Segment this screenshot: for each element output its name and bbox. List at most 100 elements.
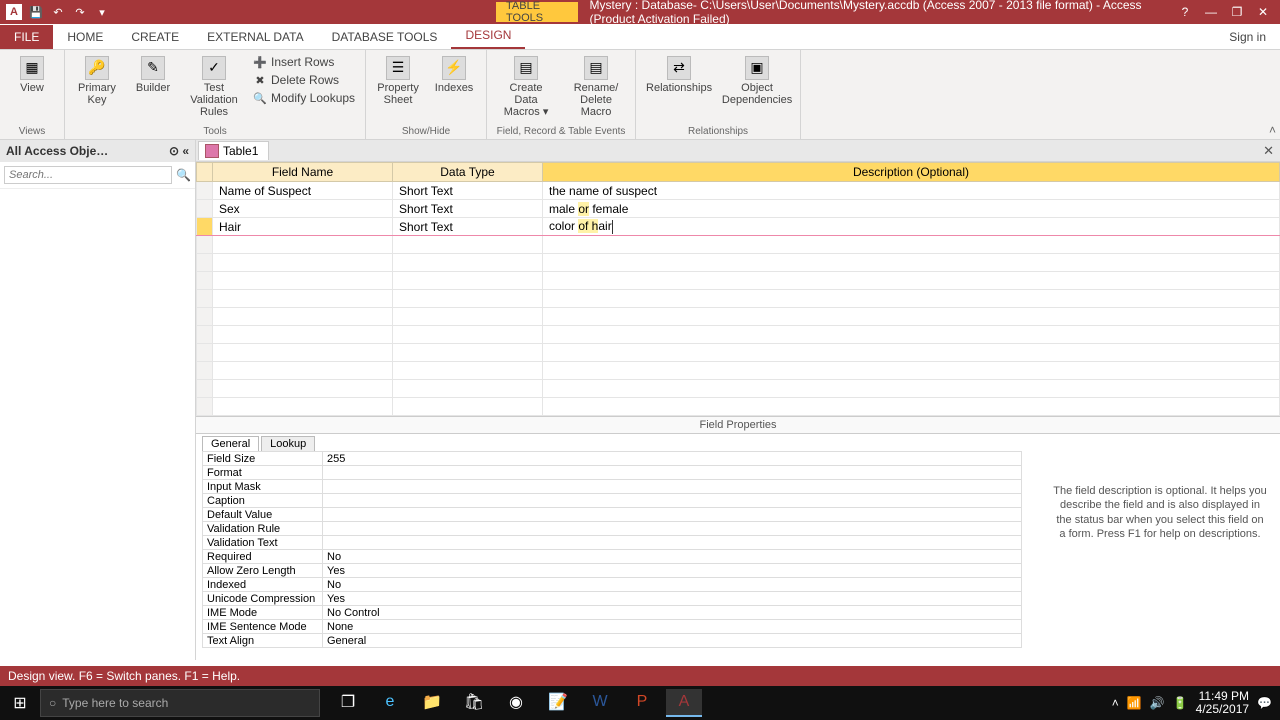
task-view-icon[interactable]: ❐ [330, 689, 366, 717]
taskbar-search[interactable]: ○ Type here to search [40, 689, 320, 717]
battery-icon[interactable]: 🔋 [1173, 696, 1188, 710]
chrome-icon[interactable]: ◉ [498, 689, 534, 717]
search-icon[interactable]: 🔍 [176, 168, 191, 182]
table-row[interactable]: Name of Suspect Short Text the name of s… [197, 182, 1280, 200]
table-row[interactable] [197, 254, 1280, 272]
primary-key-button[interactable]: 🔑Primary Key [73, 54, 121, 108]
field-name-cell[interactable]: Hair [213, 218, 393, 236]
network-icon[interactable]: 📶 [1127, 696, 1142, 710]
table-row[interactable] [197, 272, 1280, 290]
prop-name[interactable]: IME Sentence Mode [203, 620, 323, 634]
col-header-data-type[interactable]: Data Type [393, 163, 543, 182]
prop-value[interactable]: None [323, 620, 1022, 634]
prop-name[interactable]: Caption [203, 494, 323, 508]
prop-value[interactable]: No [323, 550, 1022, 564]
file-explorer-icon[interactable]: 📁 [414, 689, 450, 717]
tab-home[interactable]: HOME [53, 25, 117, 49]
table-row[interactable] [197, 398, 1280, 416]
table-row[interactable] [197, 308, 1280, 326]
prop-name[interactable]: Input Mask [203, 480, 323, 494]
redo-icon[interactable]: ↷ [72, 4, 88, 20]
prop-name[interactable]: Indexed [203, 578, 323, 592]
signin-link[interactable]: Sign in [1215, 25, 1280, 49]
tab-database-tools[interactable]: DATABASE TOOLS [318, 25, 452, 49]
prop-value[interactable] [323, 466, 1022, 480]
rename-delete-macro-button[interactable]: ▤Rename/ Delete Macro [565, 54, 627, 120]
tab-design[interactable]: DESIGN [451, 23, 525, 49]
props-tab-lookup[interactable]: Lookup [261, 436, 315, 451]
tab-create[interactable]: CREATE [117, 25, 193, 49]
prop-value[interactable] [323, 508, 1022, 522]
table-row[interactable]: Hair Short Text color of hair [197, 218, 1280, 236]
edge-icon[interactable]: e [372, 689, 408, 717]
table-row[interactable] [197, 326, 1280, 344]
field-name-cell[interactable]: Name of Suspect [213, 182, 393, 200]
prop-name[interactable]: Format [203, 466, 323, 480]
prop-value[interactable]: Yes [323, 592, 1022, 606]
table-row[interactable]: Sex Short Text male or female [197, 200, 1280, 218]
undo-icon[interactable]: ↶ [50, 4, 66, 20]
prop-name[interactable]: Validation Text [203, 536, 323, 550]
ribbon-collapse-icon[interactable]: ˄ [1269, 123, 1276, 137]
prop-name[interactable]: IME Mode [203, 606, 323, 620]
prop-value[interactable] [323, 480, 1022, 494]
prop-value[interactable]: 255 [323, 452, 1022, 466]
word-icon[interactable]: W [582, 689, 618, 717]
sticky-notes-icon[interactable]: 📝 [540, 689, 576, 717]
tab-file[interactable]: FILE [0, 25, 53, 49]
powerpoint-icon[interactable]: P [624, 689, 660, 717]
navpane-dropdown-icon[interactable]: ⊙ « [169, 144, 189, 158]
prop-value[interactable] [323, 494, 1022, 508]
relationships-button[interactable]: ⇄Relationships [644, 54, 714, 96]
volume-icon[interactable]: 🔊 [1150, 696, 1165, 710]
prop-value[interactable]: Yes [323, 564, 1022, 578]
save-icon[interactable]: 💾 [28, 4, 44, 20]
data-type-cell[interactable]: Short Text [393, 200, 543, 218]
table-row[interactable] [197, 236, 1280, 254]
test-validation-button[interactable]: ✓Test Validation Rules [185, 54, 243, 120]
navpane-header[interactable]: All Access Obje… ⊙ « [0, 140, 195, 162]
prop-name[interactable]: Field Size [203, 452, 323, 466]
delete-rows-button[interactable]: ✖Delete Rows [251, 72, 357, 88]
navpane-search-input[interactable] [4, 166, 172, 184]
description-cell[interactable]: male or female [543, 200, 1280, 218]
insert-rows-button[interactable]: ➕Insert Rows [251, 54, 357, 70]
store-icon[interactable]: 🛍 [456, 689, 492, 717]
col-header-description[interactable]: Description (Optional) [543, 163, 1280, 182]
object-dependencies-button[interactable]: ▣Object Dependencies [722, 54, 792, 108]
table-row[interactable] [197, 344, 1280, 362]
row-selector[interactable] [197, 182, 213, 200]
prop-value[interactable]: No [323, 578, 1022, 592]
close-icon[interactable]: ✕ [1254, 3, 1272, 21]
doctab-close-icon[interactable]: ✕ [1263, 143, 1274, 159]
prop-value[interactable]: General [323, 634, 1022, 648]
builder-button[interactable]: ✎Builder [129, 54, 177, 96]
data-type-cell[interactable]: Short Text [393, 218, 543, 236]
notifications-icon[interactable]: 💬 [1257, 696, 1272, 710]
select-all-corner[interactable] [197, 163, 213, 182]
table-row[interactable] [197, 362, 1280, 380]
qat-customize-icon[interactable]: ▾ [94, 4, 110, 20]
minimize-icon[interactable]: — [1202, 3, 1220, 21]
field-name-cell[interactable]: Sex [213, 200, 393, 218]
row-selector-active[interactable] [197, 218, 213, 236]
tab-external-data[interactable]: EXTERNAL DATA [193, 25, 317, 49]
prop-value[interactable] [323, 536, 1022, 550]
modify-lookups-button[interactable]: 🔍Modify Lookups [251, 90, 357, 106]
property-sheet-button[interactable]: ☰Property Sheet [374, 54, 422, 108]
data-type-cell[interactable]: Short Text [393, 182, 543, 200]
view-button[interactable]: ▦View [8, 54, 56, 96]
prop-name[interactable]: Validation Rule [203, 522, 323, 536]
prop-name[interactable]: Required [203, 550, 323, 564]
col-header-field-name[interactable]: Field Name [213, 163, 393, 182]
description-cell-editing[interactable]: color of hair [543, 218, 1280, 236]
doctab-table1[interactable]: Table1 [198, 141, 269, 160]
tray-expand-icon[interactable]: ˄ [1112, 696, 1119, 710]
indexes-button[interactable]: ⚡Indexes [430, 54, 478, 96]
prop-name[interactable]: Allow Zero Length [203, 564, 323, 578]
tray-clock[interactable]: 11:49 PM 4/25/2017 [1196, 690, 1249, 716]
props-tab-general[interactable]: General [202, 436, 259, 451]
properties-grid[interactable]: Field Size255 Format Input Mask Caption … [202, 451, 1022, 648]
prop-name[interactable]: Text Align [203, 634, 323, 648]
row-selector[interactable] [197, 200, 213, 218]
